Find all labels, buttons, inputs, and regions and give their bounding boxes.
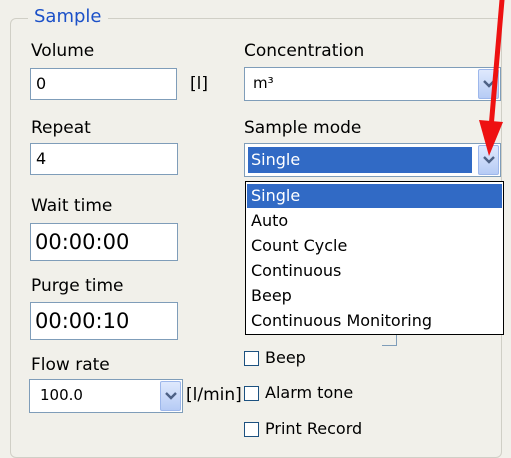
dropdown-option-single[interactable]: Single (247, 184, 502, 208)
print-record-checkbox-row[interactable]: Print Record (244, 419, 362, 439)
alarm-tone-checkbox-row[interactable]: Alarm tone (244, 383, 353, 403)
concentration-select[interactable]: m³ (244, 67, 501, 101)
red-arrow-icon (479, 0, 505, 156)
flow-rate-select[interactable]: 100.0 (29, 379, 183, 413)
sample-group-title: Sample (28, 6, 108, 28)
beep-checkbox-label[interactable]: Beep (265, 348, 306, 368)
flow-rate-unit: [l/min] (186, 385, 242, 405)
volume-unit: [l] (190, 74, 208, 94)
chevron-down-icon (164, 392, 177, 400)
flow-rate-dropdown-button[interactable] (160, 381, 181, 411)
repeat-label: Repeat (31, 118, 91, 138)
volume-label: Volume (31, 41, 95, 61)
volume-input[interactable]: 0 (30, 68, 177, 100)
repeat-input[interactable]: 4 (30, 143, 178, 175)
sample-mode-label: Sample mode (244, 118, 362, 138)
purge-time-input[interactable]: 00:00:10 (30, 302, 178, 340)
flow-rate-label: Flow rate (31, 355, 110, 375)
beep-checkbox[interactable] (244, 350, 259, 366)
alarm-tone-checkbox[interactable] (244, 385, 259, 401)
alarm-tone-checkbox-label[interactable]: Alarm tone (265, 383, 353, 403)
dropdown-option-continuous-monitoring[interactable]: Continuous Monitoring (247, 309, 502, 333)
wait-time-label: Wait time (31, 196, 113, 216)
print-record-checkbox-label[interactable]: Print Record (265, 419, 362, 439)
dropdown-option-beep[interactable]: Beep (247, 284, 502, 308)
sample-mode-select[interactable]: Single (244, 143, 501, 177)
beep-checkbox-row[interactable]: Beep (244, 348, 306, 368)
concentration-value: m³ (253, 74, 274, 92)
sample-mode-value: Single (248, 147, 472, 173)
sample-mode-dropdown-list: Single Auto Count Cycle Continuous Beep … (245, 181, 504, 335)
dropdown-option-auto[interactable]: Auto (247, 209, 502, 233)
purge-time-label: Purge time (31, 276, 124, 296)
dropdown-option-continuous[interactable]: Continuous (247, 259, 502, 283)
concentration-label: Concentration (244, 41, 365, 61)
wait-time-input[interactable]: 00:00:00 (30, 223, 178, 261)
dropdown-option-count-cycle[interactable]: Count Cycle (247, 234, 502, 258)
print-record-checkbox[interactable] (244, 421, 259, 437)
